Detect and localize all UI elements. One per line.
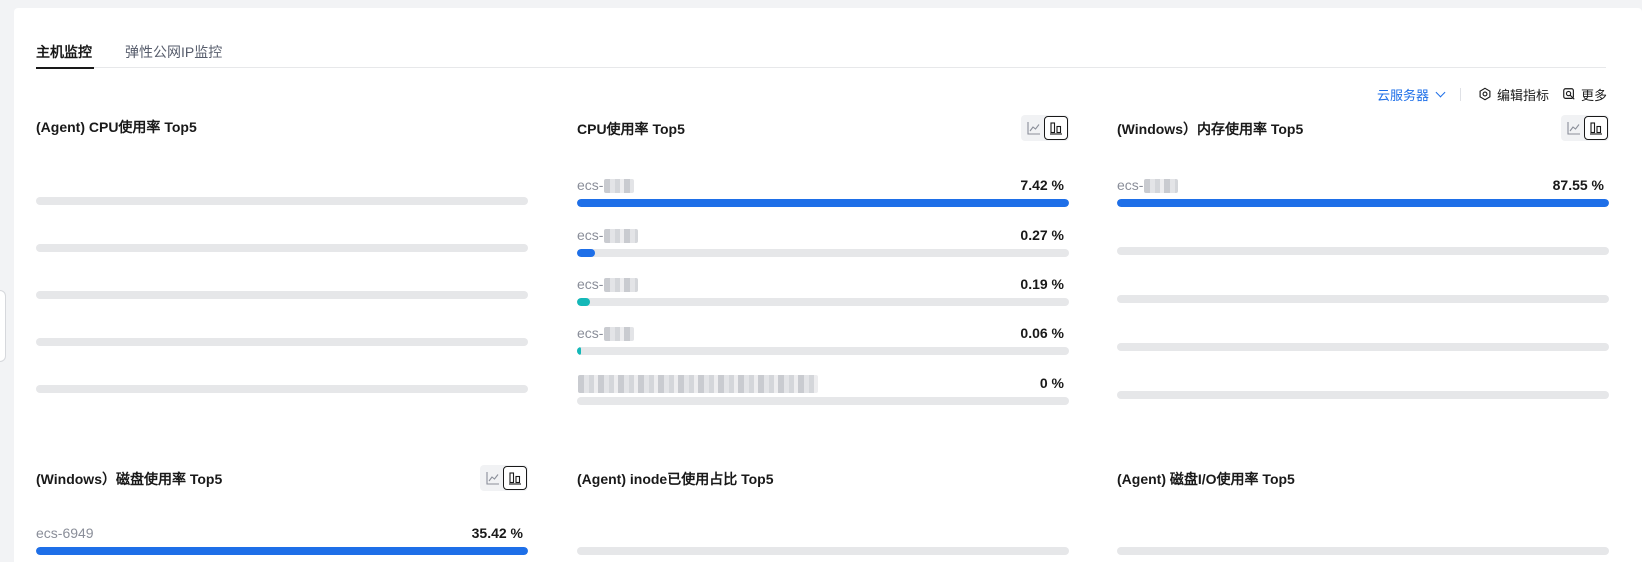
progress-track xyxy=(36,338,528,346)
chart-type-toggle xyxy=(1021,115,1069,141)
placeholder-row xyxy=(36,222,528,262)
panel-title: CPU使用率 Top5 xyxy=(577,121,685,137)
line-chart-button[interactable] xyxy=(481,466,505,490)
progress-track xyxy=(577,298,1069,306)
progress-track xyxy=(577,347,1069,355)
panel-title: (Agent) inode已使用占比 Top5 xyxy=(577,471,774,487)
server-type-select[interactable]: 云服务器 xyxy=(1377,84,1446,104)
progress-track xyxy=(1117,199,1609,207)
placeholder-row xyxy=(1117,369,1609,409)
instance-name: ecs- xyxy=(577,325,635,342)
panel-cpu: CPU使用率 Top5 ecs- 7.42 % ecs- 0.27 % ecs-… xyxy=(577,115,1069,409)
progress-track xyxy=(1117,247,1609,255)
usage-value: 0.06 % xyxy=(1020,325,1064,341)
tab-host-monitoring[interactable]: 主机监控 xyxy=(36,42,94,69)
progress-track xyxy=(36,385,528,393)
progress-track xyxy=(577,547,1069,555)
panel-title: (Agent) CPU使用率 Top5 xyxy=(36,119,197,135)
usage-value: 0.27 % xyxy=(1020,227,1064,243)
list-item[interactable]: ecs- 0.27 % xyxy=(577,227,1069,267)
placeholder-row xyxy=(36,269,528,309)
chart-type-toggle xyxy=(1561,115,1609,141)
progress-fill xyxy=(577,298,590,306)
panel-agent-inode: (Agent) inode已使用占比 Top5 xyxy=(577,469,1069,561)
usage-value: 0 % xyxy=(1039,375,1064,391)
bar-chart-button[interactable] xyxy=(1584,116,1608,140)
progress-track xyxy=(1117,295,1609,303)
chevron-down-icon xyxy=(1435,87,1446,97)
edit-metrics-label: 编辑指标 xyxy=(1497,87,1550,103)
more-label: 更多 xyxy=(1581,87,1608,103)
placeholder-row xyxy=(36,363,528,403)
instance-name: ecs- xyxy=(577,227,639,244)
bar-chart-icon xyxy=(1590,122,1602,135)
panel-agent-disk-io: (Agent) 磁盘I/O使用率 Top5 xyxy=(1117,469,1609,561)
panel-title: (Agent) 磁盘I/O使用率 Top5 xyxy=(1117,471,1295,487)
line-chart-button[interactable] xyxy=(1022,116,1046,140)
progress-track xyxy=(36,197,528,205)
bar-chart-button[interactable] xyxy=(1044,116,1068,140)
panel-windows-memory: (Windows）内存使用率 Top5 ecs- 87.55 % xyxy=(1117,115,1609,409)
more-button[interactable]: 更多 xyxy=(1562,84,1607,104)
monitor-tabs: 主机监控 弹性公网IP监控 xyxy=(36,38,1606,69)
chart-type-toggle xyxy=(480,465,528,491)
usage-value: 0.19 % xyxy=(1020,276,1064,292)
instance-name: ecs- xyxy=(1117,177,1179,194)
line-chart-icon xyxy=(1027,122,1040,135)
list-item[interactable]: ecs- 0.06 % xyxy=(577,325,1069,365)
list-item[interactable]: ecs- 7.42 % xyxy=(577,177,1069,217)
progress-fill xyxy=(577,347,581,355)
usage-value: 87.55 % xyxy=(1552,177,1604,193)
placeholder-row xyxy=(36,175,528,215)
progress-track xyxy=(577,397,1069,405)
bar-chart-button[interactable] xyxy=(503,466,527,490)
progress-track xyxy=(1117,547,1609,555)
tab-eip-monitoring[interactable]: 弹性公网IP监控 xyxy=(125,42,235,68)
list-item[interactable]: 0 % xyxy=(577,375,1069,415)
panel-agent-cpu: (Agent) CPU使用率 Top5 xyxy=(36,117,528,407)
edit-metrics-button[interactable]: 编辑指标 xyxy=(1478,84,1549,104)
placeholder-row xyxy=(1117,273,1609,313)
placeholder-row xyxy=(36,316,528,356)
instance-name: ecs-6949 xyxy=(36,525,94,541)
gear-icon xyxy=(1479,87,1491,101)
instance-name: ecs- xyxy=(577,276,639,293)
search-icon xyxy=(1563,88,1575,100)
side-collapse-handle[interactable] xyxy=(0,290,6,362)
progress-fill xyxy=(1117,199,1609,207)
panel-title: (Windows）磁盘使用率 Top5 xyxy=(36,471,223,487)
list-item[interactable]: ecs- 87.55 % xyxy=(1117,177,1609,217)
list-item[interactable]: ecs-6949 35.42 % xyxy=(36,525,528,562)
placeholder-row xyxy=(1117,225,1609,265)
progress-fill xyxy=(577,199,1069,207)
placeholder-row xyxy=(1117,321,1609,361)
instance-name: ecs- xyxy=(577,177,635,194)
progress-track xyxy=(36,244,528,252)
placeholder-row xyxy=(577,525,1069,562)
progress-track xyxy=(36,547,528,555)
progress-track xyxy=(577,249,1069,257)
progress-fill xyxy=(36,547,528,555)
panel-windows-disk: (Windows）磁盘使用率 Top5 ecs-6949 35.42 % xyxy=(36,465,528,562)
line-chart-icon xyxy=(1567,122,1580,135)
toolbar-divider xyxy=(1460,88,1461,101)
server-type-label: 云服务器 xyxy=(1377,87,1430,103)
progress-track xyxy=(36,291,528,299)
progress-track xyxy=(1117,343,1609,351)
list-item[interactable]: ecs- 0.19 % xyxy=(577,276,1069,316)
progress-track xyxy=(577,199,1069,207)
progress-track xyxy=(1117,391,1609,399)
progress-fill xyxy=(577,249,595,257)
bar-chart-icon xyxy=(1050,122,1062,135)
instance-name xyxy=(577,375,818,394)
panel-title: (Windows）内存使用率 Top5 xyxy=(1117,121,1304,137)
line-chart-icon xyxy=(486,472,499,485)
bar-chart-icon xyxy=(509,472,521,485)
usage-value: 35.42 % xyxy=(471,525,523,541)
usage-value: 7.42 % xyxy=(1020,177,1064,193)
line-chart-button[interactable] xyxy=(1562,116,1586,140)
placeholder-row xyxy=(1117,525,1609,562)
